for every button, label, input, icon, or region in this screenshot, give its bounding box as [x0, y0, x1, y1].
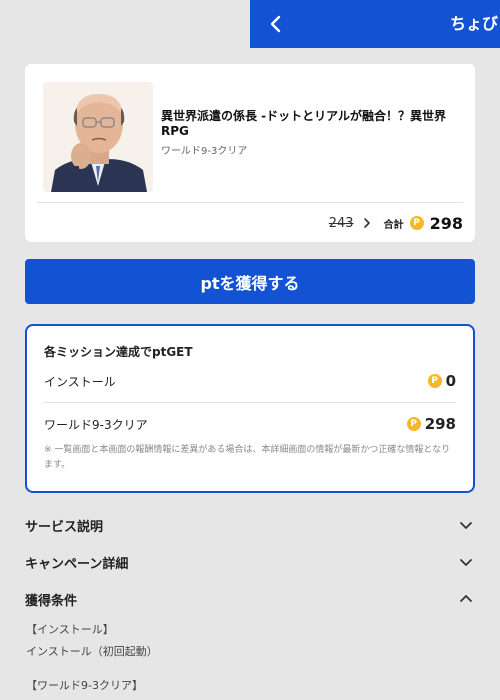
total-points: 298 — [429, 213, 463, 233]
back-button[interactable] — [264, 12, 288, 36]
total-label: 合計 — [383, 219, 404, 231]
mission-value: 0 — [445, 372, 456, 390]
mission-label: ワールド9-3クリア — [44, 417, 148, 432]
chevron-down-icon — [460, 522, 472, 529]
accordion-title: サービス説明 — [25, 519, 104, 535]
condition-heading: 【ワールド9-3クリア】 — [26, 679, 143, 692]
chevron-down-icon — [460, 559, 472, 566]
offer-card: 異世界派遣の係長 -ドットとリアルが融合！？異世界RPG ワールド9-3クリア … — [25, 64, 475, 242]
divider — [37, 202, 463, 203]
price-row: 243 合計 P 298 — [329, 212, 463, 234]
accordion-title: キャンペーン詳細 — [25, 556, 129, 572]
offer-thumbnail — [43, 82, 153, 192]
chevron-left-icon — [270, 15, 281, 33]
page-title: ちょび — [450, 14, 499, 33]
mission-row-world-clear: ワールド9-3クリア P 298 — [44, 412, 456, 436]
disclaimer-note: ※ 一覧画面と本画面の報酬情報に差異がある場合は、本詳細画面の情報が最新かつ正確… — [44, 445, 451, 470]
point-coin-icon: P — [427, 374, 442, 388]
accordion-title: 獲得条件 — [25, 593, 78, 609]
old-price: 243 — [328, 215, 354, 231]
condition-heading: 【インストール】 — [26, 623, 114, 636]
chevron-up-icon — [460, 595, 472, 602]
condition-text: インストール（初回起動） — [26, 645, 158, 658]
mission-value: 298 — [424, 415, 456, 433]
chevron-right-icon — [363, 218, 370, 228]
accordion-service-description[interactable]: サービス説明 — [25, 513, 475, 537]
top-bar: ちょび — [250, 0, 500, 48]
get-points-button[interactable]: ptを獲得する — [25, 259, 475, 304]
missions-panel: 各ミッション達成でptGET インストール P 0 ワールド9-3クリア P 2… — [25, 324, 475, 493]
divider — [44, 402, 456, 403]
mission-points: P 298 — [406, 415, 456, 433]
offer-subtitle: ワールド9-3クリア — [161, 146, 248, 157]
mission-label: インストール — [44, 374, 116, 389]
point-coin-icon: P — [406, 417, 421, 431]
offer-title[interactable]: 異世界派遣の係長 -ドットとリアルが融合！？異世界RPG — [161, 109, 453, 139]
accordion-earning-conditions[interactable]: 獲得条件 — [25, 587, 475, 611]
mission-points: P 0 — [427, 372, 456, 390]
point-coin-icon: P — [409, 216, 424, 230]
mission-row-install: インストール P 0 — [44, 369, 456, 393]
accordion-campaign-details[interactable]: キャンペーン詳細 — [25, 550, 475, 574]
missions-title: 各ミッション達成でptGET — [44, 345, 193, 359]
